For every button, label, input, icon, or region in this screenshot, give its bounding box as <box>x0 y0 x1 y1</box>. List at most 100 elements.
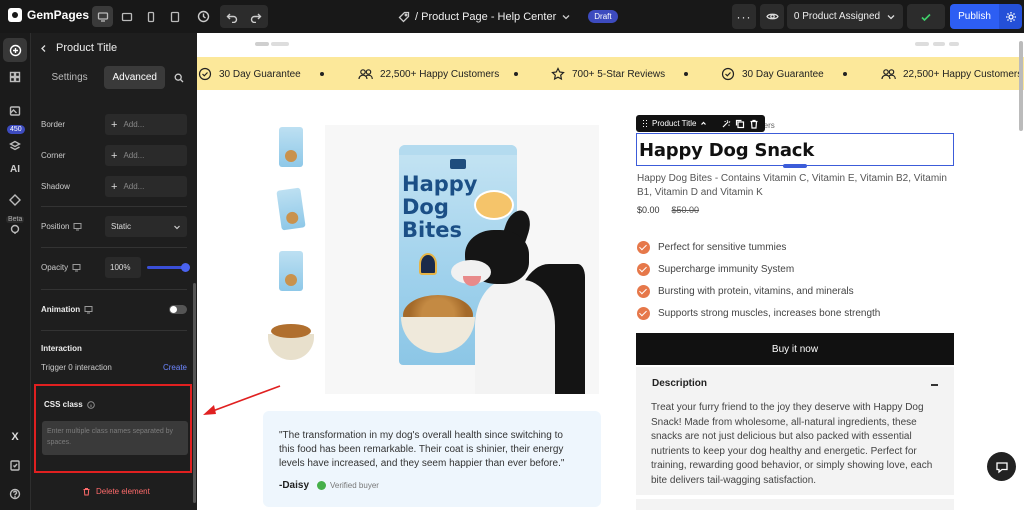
tab-advanced[interactable]: Advanced <box>104 66 166 89</box>
add-shadow-button[interactable]: + Add... <box>105 176 187 197</box>
chat-button[interactable] <box>987 452 1016 481</box>
opacity-slider-handle[interactable] <box>181 263 190 272</box>
back-arrow-icon[interactable] <box>39 44 48 53</box>
interaction-heading: Interaction <box>41 344 82 353</box>
section-handle[interactable] <box>271 42 289 46</box>
panel-search-button[interactable] <box>169 68 189 88</box>
list-item: Perfect for sensitive tummies <box>637 236 880 258</box>
tab-settings[interactable]: Settings <box>39 66 100 89</box>
location-button[interactable] <box>3 217 27 241</box>
undo-button[interactable] <box>220 5 244 28</box>
opacity-slider[interactable] <box>147 263 190 272</box>
users-icon <box>358 69 373 80</box>
accordion-title[interactable]: Description <box>652 378 707 389</box>
publish-button[interactable]: Publish <box>950 4 999 29</box>
tablet-landscape-icon <box>121 12 132 21</box>
clipboard-icon <box>10 460 20 471</box>
product-bag-image <box>279 127 303 167</box>
diamond-icon <box>9 194 21 206</box>
device-icon <box>84 306 93 314</box>
publish-settings-button[interactable] <box>999 4 1022 29</box>
preview-button[interactable] <box>760 4 784 29</box>
divider <box>41 206 187 207</box>
banner-text: 22,500+ Happy Customers <box>380 68 500 80</box>
save-button[interactable] <box>907 4 945 29</box>
trash-icon[interactable] <box>749 119 759 129</box>
create-interaction-link[interactable]: Create <box>163 363 187 372</box>
divider <box>41 330 187 331</box>
more-button[interactable]: ··· <box>732 4 756 29</box>
product-thumbnail[interactable] <box>263 243 319 299</box>
css-class-input[interactable]: Enter multiple class names separated by … <box>42 421 188 455</box>
section-handle[interactable] <box>933 42 945 46</box>
product-thumbnail[interactable] <box>263 181 319 237</box>
device-icon <box>73 223 82 231</box>
element-toolbar: Product Title <box>636 115 766 132</box>
section-handle[interactable] <box>915 42 929 46</box>
position-select[interactable]: Static <box>105 216 187 237</box>
history-button[interactable] <box>192 5 215 28</box>
brand-name: GemPages <box>27 8 90 22</box>
author-name: -Daisy <box>279 480 310 491</box>
tablet-view-button[interactable] <box>164 6 185 27</box>
banner-item: 22,500+ Happy Customers <box>358 67 499 81</box>
redo-button[interactable] <box>244 5 268 28</box>
help-icon[interactable] <box>86 400 95 409</box>
desktop-icon <box>97 11 108 22</box>
verified-label: Verified buyer <box>330 481 379 490</box>
animation-toggle[interactable] <box>169 305 187 314</box>
gempages-logo[interactable]: GemPages 7 <box>8 8 101 22</box>
buy-now-button[interactable]: Buy it now <box>636 333 954 365</box>
collapse-icon[interactable] <box>931 384 938 386</box>
resize-handle[interactable] <box>783 164 807 168</box>
section-handle[interactable] <box>255 42 269 46</box>
ai-magic-icon[interactable] <box>721 119 731 129</box>
add-border-button[interactable]: + Add... <box>105 114 187 135</box>
caret-up-icon[interactable] <box>700 120 707 127</box>
add-corner-button[interactable]: + Add... <box>105 145 187 166</box>
panel-header: Product Title <box>39 42 117 54</box>
animation-label-text: Animation <box>41 305 81 314</box>
product-thumbnail[interactable] <box>263 313 319 369</box>
next-accordion[interactable] <box>636 499 954 510</box>
x-social-button[interactable]: X <box>3 425 27 449</box>
list-item: Supports strong muscles, increases bone … <box>637 302 880 324</box>
add-element-button[interactable] <box>3 38 27 62</box>
element-toolbar-label[interactable]: Product Title <box>652 119 696 128</box>
opacity-input[interactable]: 100% <box>105 257 141 278</box>
layers-button[interactable] <box>3 134 27 158</box>
canvas-scrollbar[interactable] <box>1019 41 1023 131</box>
assets-button[interactable] <box>3 99 27 123</box>
assigned-label: 0 Product Assigned <box>793 11 881 22</box>
tasks-button[interactable] <box>3 453 27 477</box>
apps-button[interactable] <box>3 188 27 212</box>
undo-redo-group <box>220 5 268 28</box>
sections-button[interactable] <box>3 65 27 89</box>
duplicate-icon[interactable] <box>735 119 745 129</box>
tablet-landscape-view-button[interactable] <box>116 6 137 27</box>
ai-button[interactable]: AI <box>3 157 27 181</box>
border-label: Border <box>41 120 66 129</box>
product-assign-dropdown[interactable]: 0 Product Assigned <box>787 4 903 29</box>
banner-separator <box>684 72 688 76</box>
mobile-view-button[interactable] <box>140 6 161 27</box>
page-selector[interactable]: / Product Page - Help Center Draft <box>398 10 618 23</box>
product-thumbnail[interactable] <box>263 119 319 175</box>
dog-chest <box>475 280 555 394</box>
dog-tongue <box>463 276 481 286</box>
desktop-view-button[interactable] <box>92 6 113 27</box>
product-title-element[interactable]: Happy Dog Snack <box>636 133 954 168</box>
banner-item: 700+ 5-Star Reviews <box>551 67 665 81</box>
product-title: Happy Dog Snack <box>639 140 815 161</box>
section-handle[interactable] <box>949 42 959 46</box>
bag-bowl <box>401 317 475 353</box>
drag-handle-icon[interactable] <box>642 119 648 128</box>
chat-icon <box>995 461 1008 473</box>
panel-scrollbar[interactable] <box>193 283 196 503</box>
editor-canvas: 30 Day Guarantee 22,500+ Happy Customers… <box>197 33 1024 510</box>
image-icon <box>9 106 21 116</box>
delete-element-button[interactable]: Delete element <box>82 487 150 496</box>
top-toolbar: GemPages 7 / Product Page - Help Center … <box>0 0 1024 33</box>
help-button[interactable] <box>3 482 27 506</box>
product-main-image[interactable]: Happy Dog Bites <box>325 125 599 394</box>
